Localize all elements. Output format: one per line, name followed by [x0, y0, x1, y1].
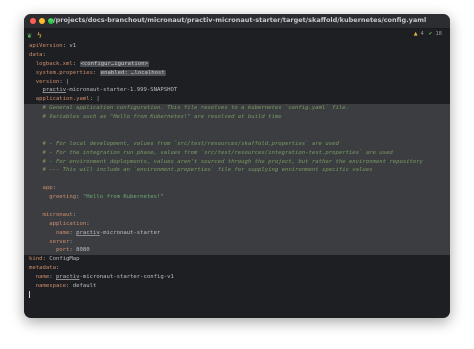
yaml-key: server: [29, 238, 70, 245]
yaml-key: system.properties: [29, 69, 93, 76]
code-token: :: [72, 60, 80, 67]
code-line[interactable]: logback.xml: <configur…iguration>: [24, 60, 450, 69]
code-token: : |: [59, 78, 70, 85]
code-line[interactable]: application.yaml: |: [24, 95, 450, 104]
code-comment: # --- This will include an `environment.…: [29, 167, 373, 174]
yaml-key: name: [29, 229, 70, 236]
code-line[interactable]: system.properties: enabled: …localhost: [24, 69, 450, 78]
code-comment: # - For local development, values from `…: [29, 140, 339, 147]
title-bar: ~/projects/docs-branchout/micronaut/prac…: [24, 14, 450, 29]
yaml-key: app: [29, 185, 53, 192]
code-token: : ConfigMap: [42, 256, 80, 263]
code-token: :: [52, 185, 56, 192]
code-line[interactable]: greeting: "Hello from Kubernetes!": [24, 193, 450, 203]
warning-icon: ▲: [413, 31, 418, 37]
yaml-key: namespace: [29, 283, 67, 290]
editor-toolbar: ❦ ϟ ▲ 4 ✔ 18: [24, 29, 450, 42]
code-token: : default: [66, 283, 97, 290]
lightning-icon[interactable]: ϟ: [37, 31, 42, 40]
code-comment: # Variables such as "Hello from Kubernet…: [29, 114, 282, 121]
code-line[interactable]: # - For the integration run phase, value…: [24, 148, 450, 158]
code-token: :: [42, 51, 46, 58]
code-line[interactable]: apiVersion: v1: [24, 42, 450, 51]
yaml-key: application.yaml: [29, 96, 90, 103]
code-token: : 8080: [69, 247, 90, 254]
code-comment: # General application configuration. Thi…: [29, 105, 349, 112]
code-line[interactable]: application:: [24, 219, 450, 229]
code-line[interactable]: name: practiv-micronaut-starter-config-v…: [24, 273, 450, 282]
code-token: practiv: [55, 274, 80, 281]
yaml-key: port: [29, 247, 70, 254]
code-token: practiv: [76, 229, 100, 236]
code-line[interactable]: app:: [24, 184, 450, 194]
code-token: :: [86, 220, 90, 227]
code-line[interactable]: data:: [24, 51, 450, 60]
code-line[interactable]: namespace: default: [24, 282, 450, 291]
code-line[interactable]: # General application configuration. Thi…: [24, 104, 450, 114]
code-token: :: [72, 211, 77, 218]
folded-placeholder[interactable]: enabled: …localhost: [99, 69, 166, 76]
yaml-key: version: [29, 78, 60, 85]
yaml-key: name: [29, 274, 50, 281]
code-comment: # - For environment deployments, values …: [29, 158, 424, 165]
code-line[interactable]: # --- This will include an `environment.…: [24, 166, 450, 176]
code-line[interactable]: server:: [24, 237, 450, 247]
code-editor[interactable]: apiVersion: v1 data: logback.xml: <config…: [24, 42, 450, 318]
yaml-key: kind: [29, 256, 43, 263]
yaml-key: data: [29, 51, 43, 58]
code-token: -micronaut-starter: [99, 229, 161, 236]
code-line[interactable]: micronaut:: [24, 210, 450, 220]
yaml-key: metadata: [29, 265, 56, 272]
yaml-key: micronaut: [29, 211, 73, 218]
code-token: :: [55, 265, 60, 272]
ok-count: 18: [435, 31, 442, 37]
yaml-key: application: [29, 220, 87, 227]
code-line[interactable]: [24, 175, 450, 185]
code-token: :: [93, 69, 100, 76]
warning-count: 4: [420, 31, 424, 37]
inspection-widget[interactable]: ▲ 4 ✔ 18: [411, 31, 442, 37]
leaf-icon[interactable]: ❦: [27, 31, 32, 40]
code-token: :: [76, 194, 83, 201]
code-line[interactable]: # - For local development, values from `…: [24, 139, 450, 149]
code-token: -micronaut-starter-1.999-SNAPSHOT: [66, 87, 178, 94]
code-token: : v1: [62, 43, 77, 49]
check-icon: ✔: [428, 31, 433, 37]
code-line[interactable]: version: |: [24, 78, 450, 87]
yaml-key: logback.xml: [29, 60, 73, 67]
code-line[interactable]: # Variables such as "Hello from Kubernet…: [24, 113, 450, 123]
code-line[interactable]: [24, 122, 450, 131]
code-line[interactable]: name: practiv-micronaut-starter: [24, 228, 450, 238]
code-line[interactable]: [24, 130, 450, 140]
code-line[interactable]: metadata:: [24, 264, 450, 273]
window-title: ~/projects/docs-branchout/micronaut/prac…: [47, 16, 427, 24]
ide-window: ~/projects/docs-branchout/micronaut/prac…: [24, 14, 450, 318]
folded-placeholder[interactable]: <configur…iguration>: [79, 60, 149, 67]
code-token: -micronaut-starter-config-v1: [79, 274, 174, 281]
code-line[interactable]: practiv-micronaut-starter-1.999-SNAPSHOT: [24, 86, 450, 95]
code-token: :: [69, 238, 73, 245]
code-line[interactable]: [24, 202, 450, 211]
code-line[interactable]: # - For environment deployments, values …: [24, 157, 450, 167]
code-token: :: [49, 274, 56, 281]
yaml-key: greeting: [29, 194, 77, 201]
code-line[interactable]: port: 8080: [24, 246, 450, 256]
code-comment: # - For the integration run phase, value…: [29, 149, 393, 156]
code-token: : |: [89, 96, 100, 103]
text-caret: [29, 290, 30, 298]
code-line[interactable]: [24, 290, 450, 300]
string-value: "Hello from Kubernetes!": [82, 194, 164, 201]
yaml-key: apiVersion: [29, 43, 63, 49]
code-token: practiv: [42, 87, 67, 94]
code-line[interactable]: kind: ConfigMap: [24, 255, 450, 264]
